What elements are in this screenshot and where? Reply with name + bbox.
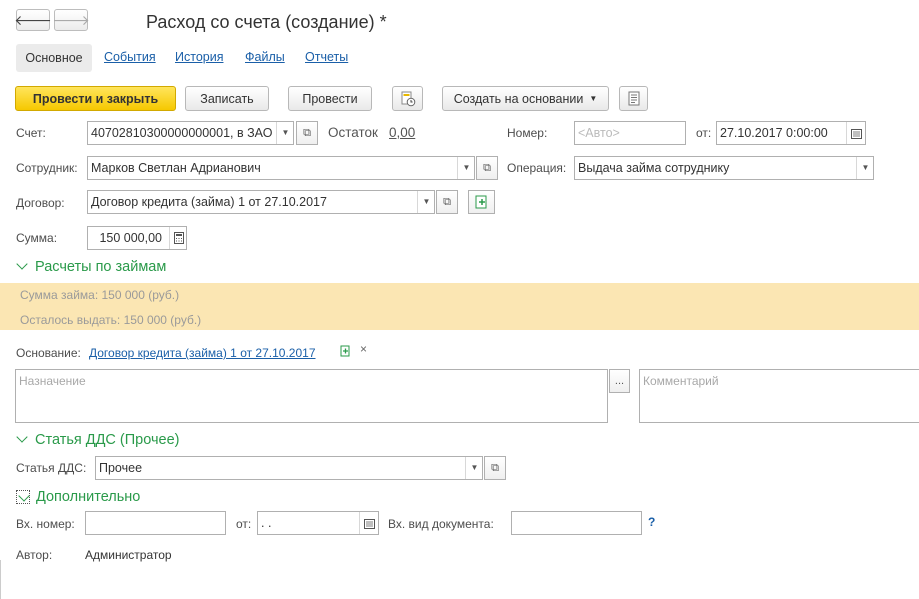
chevron-down-icon xyxy=(18,490,30,502)
in-date-field[interactable]: . . xyxy=(257,511,379,535)
chevron-down-icon xyxy=(16,258,28,270)
in-date-label: от: xyxy=(236,517,252,531)
dds-label: Статья ДДС: xyxy=(16,461,87,475)
loans-info-panel: Сумма займа: 150 000 (руб.) Осталось выд… xyxy=(0,283,919,330)
extra-toggle[interactable] xyxy=(16,490,30,504)
contract-open-button[interactable]: ⧉ xyxy=(436,190,458,214)
open-window-icon: ⧉ xyxy=(483,161,491,174)
chevron-down-icon[interactable]: ▼ xyxy=(417,191,434,213)
loan-amount-text: Сумма займа: 150 000 (руб.) xyxy=(20,288,180,302)
purpose-textarea[interactable]: Назначение xyxy=(15,369,608,423)
dds-field[interactable]: Прочее ▼ xyxy=(95,456,483,480)
tab-events[interactable]: События xyxy=(104,50,156,64)
account-value: 40702810300000000001, в ЗАО xyxy=(91,126,273,140)
dds-section-header[interactable]: Статья ДДС (Прочее) xyxy=(16,431,180,448)
open-window-icon: ⧉ xyxy=(491,461,499,474)
arrow-right-icon: 🡒 xyxy=(52,11,90,28)
post-and-close-button[interactable]: Провести и закрыть xyxy=(15,86,176,111)
create-based-on-button[interactable]: Создать на основании ▼ xyxy=(442,86,609,111)
save-button[interactable]: Записать xyxy=(185,86,269,111)
contract-field[interactable]: Договор кредита (займа) 1 от 27.10.2017 … xyxy=(87,190,435,214)
calculator-icon[interactable] xyxy=(169,227,186,249)
account-label: Счет: xyxy=(16,126,46,140)
employee-open-button[interactable]: ⧉ xyxy=(476,156,498,180)
basis-clear-button[interactable]: × xyxy=(360,342,367,356)
tab-files[interactable]: Файлы xyxy=(245,50,285,64)
chevron-down-icon[interactable]: ▼ xyxy=(465,457,482,479)
dds-open-button[interactable]: ⧉ xyxy=(484,456,506,480)
tab-reports[interactable]: Отчеты xyxy=(305,50,348,64)
forward-button[interactable]: 🡒 xyxy=(52,9,90,31)
document-clock-icon xyxy=(401,91,415,106)
employee-value: Марков Светлан Адрианович xyxy=(91,161,261,175)
sum-value: 150 000,00 xyxy=(99,231,162,245)
basis-label: Основание: xyxy=(16,346,81,360)
loan-remaining-text: Осталось выдать: 150 000 (руб.) xyxy=(20,313,202,327)
sum-field[interactable]: 150 000,00 xyxy=(87,226,187,250)
account-open-button[interactable]: ⧉ xyxy=(296,121,318,145)
create-based-on-label: Создать на основании xyxy=(453,91,584,106)
in-date-placeholder: . . xyxy=(261,516,272,530)
open-window-icon: ⧉ xyxy=(303,126,311,139)
chevron-down-icon[interactable]: ▼ xyxy=(856,157,873,179)
author-label: Автор: xyxy=(16,548,53,562)
create-document-icon[interactable] xyxy=(340,345,352,360)
print-button[interactable] xyxy=(619,86,648,111)
account-field[interactable]: 40702810300000000001, в ЗАО ▼ xyxy=(87,121,294,145)
post-button[interactable]: Провести xyxy=(288,86,372,111)
journal-button[interactable] xyxy=(392,86,423,111)
in-doc-type-field[interactable] xyxy=(511,511,642,535)
operation-value: Выдача займа сотруднику xyxy=(578,161,730,175)
author-value: Администратор xyxy=(85,548,172,562)
calendar-icon[interactable] xyxy=(359,512,378,534)
contract-create-button[interactable] xyxy=(468,190,495,214)
number-field[interactable]: <Авто> xyxy=(574,121,686,145)
in-number-label: Вх. номер: xyxy=(16,517,75,531)
chevron-down-icon xyxy=(16,431,28,443)
loans-section-header[interactable]: Расчеты по займам xyxy=(16,258,167,275)
in-number-field[interactable] xyxy=(85,511,226,535)
tab-history[interactable]: История xyxy=(175,50,223,64)
number-label: Номер: xyxy=(507,126,548,140)
in-doc-type-label: Вх. вид документа: xyxy=(388,517,494,531)
balance-label: Остаток xyxy=(328,125,378,140)
back-button[interactable]: 🡐 xyxy=(14,9,52,31)
create-document-icon xyxy=(475,195,486,209)
operation-label: Операция: xyxy=(507,161,567,175)
contract-label: Договор: xyxy=(16,196,65,210)
document-list-icon xyxy=(628,91,639,105)
date-field[interactable]: 27.10.2017 0:00:00 xyxy=(716,121,866,145)
tab-main[interactable]: Основное xyxy=(16,44,92,72)
help-icon[interactable]: ? xyxy=(648,515,655,529)
open-window-icon: ⧉ xyxy=(443,195,451,208)
date-from-label: от: xyxy=(696,126,712,140)
dds-value: Прочее xyxy=(99,461,143,475)
chevron-down-icon[interactable]: ▼ xyxy=(457,157,474,179)
sum-label: Сумма: xyxy=(16,231,58,245)
window-edge xyxy=(0,560,1,599)
operation-field[interactable]: Выдача займа сотруднику ▼ xyxy=(574,156,874,180)
balance-value[interactable]: 0,00 xyxy=(389,125,415,140)
employee-field[interactable]: Марков Светлан Адрианович ▼ xyxy=(87,156,475,180)
extra-section-title[interactable]: Дополнительно xyxy=(36,489,140,505)
chevron-down-icon[interactable]: ▼ xyxy=(276,122,293,144)
chevron-down-icon: ▼ xyxy=(589,94,598,103)
loans-section-title: Расчеты по займам xyxy=(35,259,167,275)
employee-label: Сотрудник: xyxy=(16,161,78,175)
basis-link[interactable]: Договор кредита (займа) 1 от 27.10.2017 xyxy=(89,346,316,360)
calendar-icon[interactable] xyxy=(846,122,865,144)
page-title: Расход со счета (создание) * xyxy=(146,12,387,32)
contract-value: Договор кредита (займа) 1 от 27.10.2017 xyxy=(91,195,327,209)
date-value: 27.10.2017 0:00:00 xyxy=(720,126,828,140)
comment-textarea[interactable]: Комментарий xyxy=(639,369,919,423)
dds-section-title: Статья ДДС (Прочее) xyxy=(35,432,180,448)
arrow-left-icon: 🡐 xyxy=(14,11,52,28)
purpose-select-button[interactable]: ... xyxy=(609,369,630,393)
